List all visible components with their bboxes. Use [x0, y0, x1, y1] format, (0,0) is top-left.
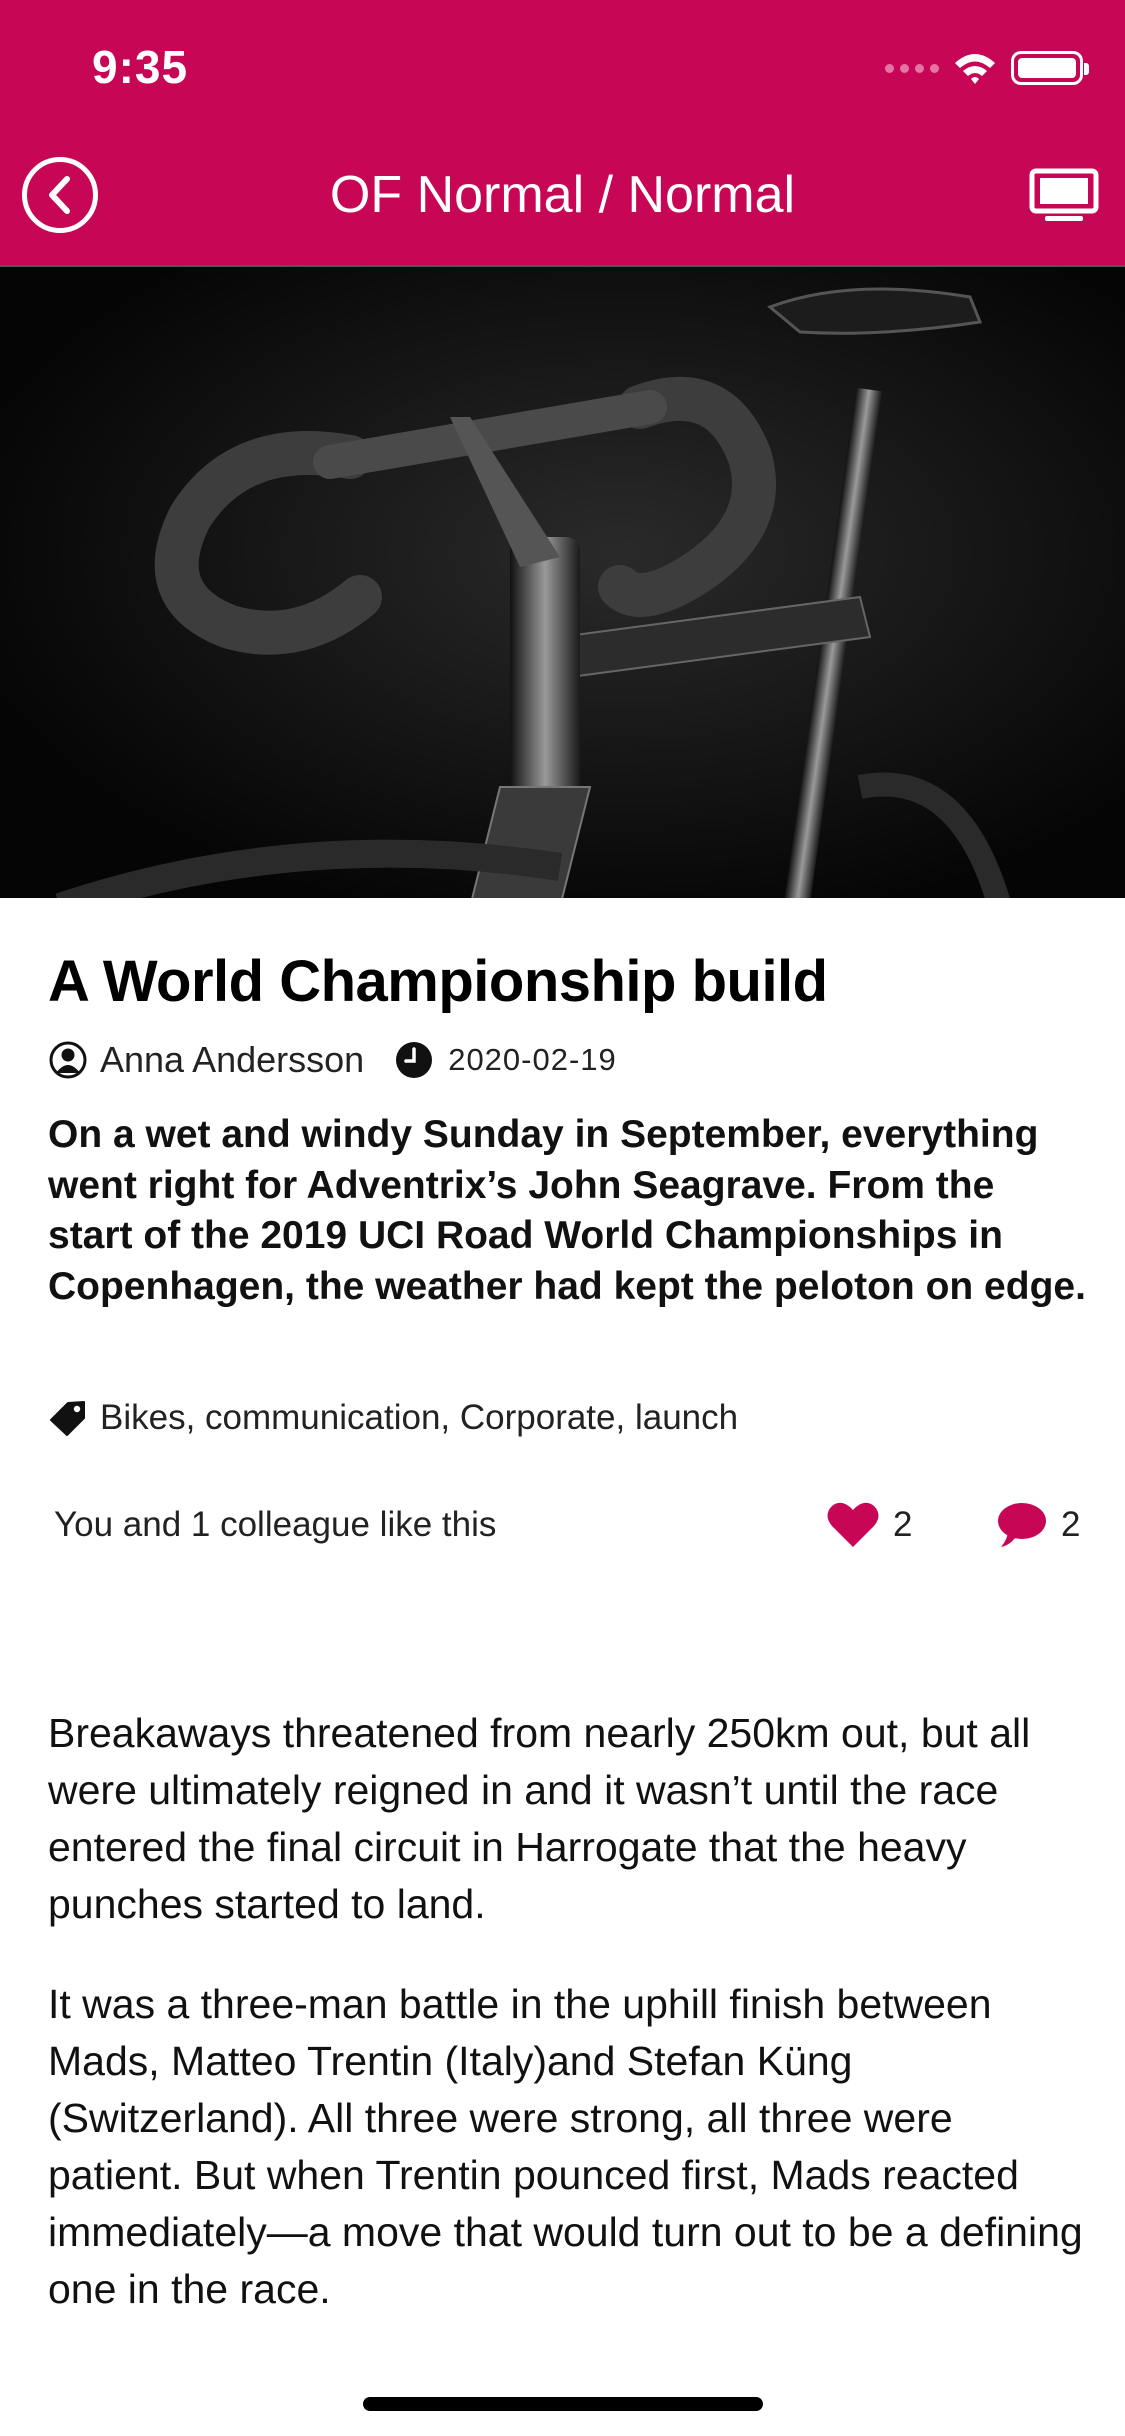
- reactions-bar: You and 1 colleague like this 2 2: [54, 1501, 1088, 1551]
- like-count: 2: [893, 1505, 913, 1544]
- battery-icon: [1011, 51, 1089, 85]
- monitor-icon[interactable]: [1029, 168, 1099, 224]
- app-header: 9:35 OF Normal / Normal: [0, 0, 1125, 265]
- home-indicator[interactable]: [363, 2397, 763, 2411]
- tag-icon: [50, 1401, 85, 1436]
- tags-list: Bikes, communication, Corporate, launch: [100, 1398, 739, 1437]
- page-title: OF Normal / Normal: [329, 166, 796, 224]
- bicycle-photo: [0, 267, 1125, 898]
- body-paragraph: Breakaways threatened from nearly 250km …: [48, 1710, 1031, 1927]
- body-paragraph: It was a three-man battle in the uphill …: [48, 1981, 1083, 2312]
- signal-icon: [885, 63, 939, 73]
- status-time: 9:35: [92, 41, 189, 93]
- comment-button[interactable]: 2: [995, 1501, 1080, 1549]
- wifi-icon: [955, 54, 995, 84]
- article-lead: On a wet and windy Sunday in September, …: [48, 1113, 1086, 1308]
- article-tags[interactable]: Bikes, communication, Corporate, launch: [48, 1396, 738, 1440]
- article-hero-image: [0, 265, 1125, 898]
- publish-date: 2020-02-19: [448, 1042, 617, 1077]
- article-title: A World Championship build: [48, 949, 828, 1014]
- user-icon: [49, 1041, 87, 1079]
- speech-bubble-icon: [998, 1503, 1046, 1547]
- article-body: Breakaways threatened from nearly 250km …: [48, 1705, 1088, 2335]
- status-indicators: [885, 48, 1089, 88]
- article-meta: Anna Andersson 2020-02-19: [48, 1038, 617, 1082]
- clock-icon: [396, 1042, 433, 1078]
- heart-icon: [827, 1502, 879, 1547]
- author-name: Anna Andersson: [100, 1039, 365, 1080]
- comment-count: 2: [1061, 1505, 1081, 1544]
- like-button[interactable]: 2: [827, 1501, 912, 1549]
- likes-summary[interactable]: You and 1 colleague like this: [54, 1505, 496, 1545]
